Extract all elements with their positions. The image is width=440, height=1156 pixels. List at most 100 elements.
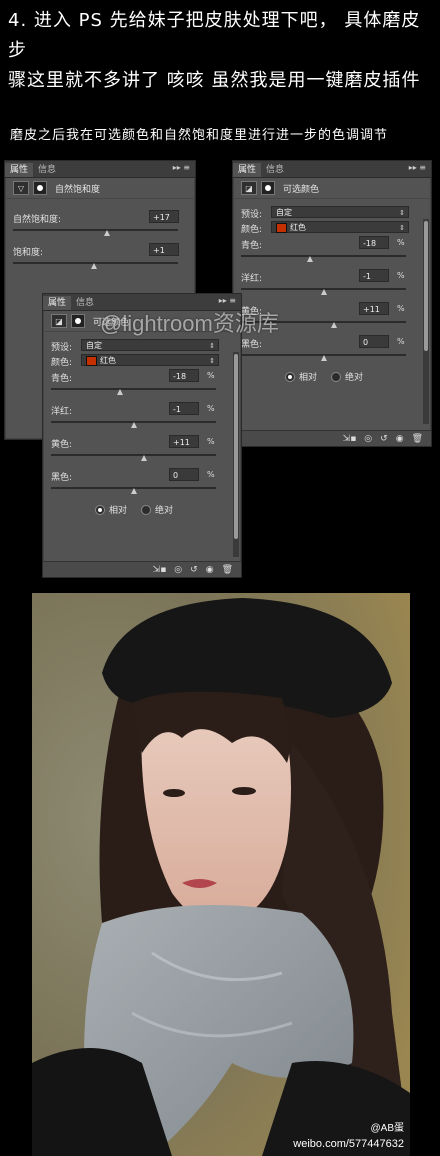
panel-bottom-bar: ⇲▪ ◎ ↺ ◉ 🗑 — [233, 430, 431, 446]
magenta-row: 洋红: -1 % — [233, 268, 431, 285]
percent-sign: % — [397, 271, 405, 280]
tab-properties[interactable]: 属性 — [233, 163, 262, 177]
clip-to-layer-icon[interactable]: ⇲▪ — [153, 565, 167, 575]
cyan-value-input[interactable]: -18 — [169, 369, 199, 382]
radio-absolute-label: 绝对 — [155, 506, 174, 516]
cyan-slider-knob[interactable] — [307, 256, 313, 262]
panel-scrollbar[interactable] — [423, 219, 429, 424]
yellow-label: 黄色: — [51, 440, 73, 450]
view-previous-icon[interactable]: ◎ — [174, 565, 182, 575]
scrollbar-thumb[interactable] — [234, 354, 238, 539]
tab-properties[interactable]: 属性 — [43, 296, 72, 310]
color-dropdown[interactable]: 红色 ⇕ — [81, 354, 219, 366]
magenta-value-input[interactable]: -1 — [169, 402, 199, 415]
magenta-slider-knob[interactable] — [131, 422, 137, 428]
percent-sign: % — [397, 238, 405, 247]
radio-absolute[interactable]: 绝对 — [331, 370, 363, 383]
view-previous-icon[interactable]: ◎ — [364, 434, 372, 444]
magenta-value-input[interactable]: -1 — [359, 269, 389, 282]
vibrance-value-input[interactable]: +17 — [149, 210, 179, 223]
preset-row: 预设: 自定 ⇕ — [43, 338, 241, 353]
yellow-slider-knob[interactable] — [331, 322, 337, 328]
panel-menu-icon[interactable]: ▸▸ ≡ — [219, 296, 236, 305]
heading-line-2: 骤这里就不多讲了 咳咳 虽然我是用一键磨皮插件 — [8, 70, 421, 91]
preset-dropdown[interactable]: 自定 ⇕ — [81, 339, 219, 351]
panel-scrollbar[interactable] — [233, 352, 239, 557]
vibrance-slider[interactable] — [5, 226, 195, 236]
color-dropdown[interactable]: 红色 ⇕ — [271, 221, 409, 233]
saturation-slider[interactable] — [5, 259, 195, 269]
tab-info[interactable]: 信息 — [33, 163, 61, 177]
preset-dropdown[interactable]: 自定 ⇕ — [271, 206, 409, 218]
black-slider[interactable] — [233, 351, 431, 361]
cyan-label: 青色: — [241, 241, 263, 251]
reset-icon[interactable]: ↺ — [380, 434, 388, 444]
trash-icon[interactable]: 🗑 — [222, 565, 233, 575]
layer-mask-icon[interactable] — [261, 181, 275, 195]
panel-bottom-bar: ⇲▪ ◎ ↺ ◉ 🗑 — [43, 561, 241, 577]
portrait-photo: @AB蛋 weibo.com/577447632 — [32, 593, 410, 1156]
panel-title: 可选颜色 — [283, 184, 320, 195]
scrollbar-thumb[interactable] — [424, 221, 428, 351]
red-swatch-icon — [86, 355, 97, 366]
panel-header: ▽ 自然饱和度 — [5, 178, 195, 199]
saturation-row: 饱和度: +1 — [5, 242, 195, 259]
visibility-eye-icon[interactable]: ◉ — [396, 434, 404, 444]
dropdown-arrow-icon: ⇕ — [399, 209, 405, 217]
cyan-slider-knob[interactable] — [117, 389, 123, 395]
cyan-slider[interactable] — [233, 252, 431, 262]
panel-header: ◪ 可选颜色 — [233, 178, 431, 199]
panel-title: 自然饱和度 — [55, 184, 101, 195]
panel-menu-icon[interactable]: ▸▸ ≡ — [173, 163, 190, 172]
trash-icon[interactable]: 🗑 — [412, 434, 423, 444]
magenta-slider[interactable] — [233, 285, 431, 295]
tab-info[interactable]: 信息 — [71, 296, 99, 310]
color-row: 颜色: 红色 ⇕ — [233, 220, 431, 235]
dropdown-arrow-icon: ⇕ — [209, 342, 215, 350]
black-row: 黑色: 0 % — [43, 467, 241, 484]
color-label: 颜色: — [241, 225, 263, 235]
magenta-label: 洋红: — [51, 407, 73, 417]
saturation-value-input[interactable]: +1 — [149, 243, 179, 256]
black-value-input[interactable]: 0 — [169, 468, 199, 481]
black-label: 黑色: — [51, 473, 73, 483]
yellow-slider-knob[interactable] — [141, 455, 147, 461]
tab-info[interactable]: 信息 — [261, 163, 289, 177]
cyan-label: 青色: — [51, 374, 73, 384]
radio-relative[interactable]: 相对 — [95, 503, 127, 516]
tutorial-subheading: 磨皮之后我在可选颜色和自然饱和度里进行进一步的色调调节 — [10, 128, 389, 143]
tutorial-heading: 4. 进入 PS 先给妹子把皮肤处理下吧， 具体磨皮步 骤这里就不多讲了 咳咳 … — [8, 6, 436, 96]
yellow-row: 黄色: +11 % — [43, 434, 241, 451]
black-slider-knob[interactable] — [321, 355, 327, 361]
layer-mask-icon[interactable] — [71, 314, 85, 328]
cyan-slider[interactable] — [43, 385, 241, 395]
saturation-slider-knob[interactable] — [91, 263, 97, 269]
panel-menu-icon[interactable]: ▸▸ ≡ — [409, 163, 426, 172]
radio-relative[interactable]: 相对 — [285, 370, 317, 383]
method-radio-group: 相对 绝对 — [43, 500, 241, 518]
yellow-value-input[interactable]: +11 — [359, 302, 389, 315]
cyan-value-input[interactable]: -18 — [359, 236, 389, 249]
portrait-illustration — [32, 593, 410, 1156]
red-swatch-icon — [276, 222, 287, 233]
weibo-url-caption: weibo.com/577447632 — [293, 1138, 404, 1150]
reset-icon[interactable]: ↺ — [190, 565, 198, 575]
vibrance-slider-knob[interactable] — [104, 230, 110, 236]
yellow-value-input[interactable]: +11 — [169, 435, 199, 448]
color-label: 颜色: — [51, 358, 73, 368]
radio-absolute[interactable]: 绝对 — [141, 503, 173, 516]
visibility-eye-icon[interactable]: ◉ — [206, 565, 214, 575]
percent-sign: % — [207, 404, 215, 413]
magenta-slider[interactable] — [43, 418, 241, 428]
yellow-slider[interactable] — [43, 451, 241, 461]
radio-relative-label: 相对 — [109, 506, 128, 516]
black-slider[interactable] — [43, 484, 241, 494]
black-value-input[interactable]: 0 — [359, 335, 389, 348]
black-slider-knob[interactable] — [131, 488, 137, 494]
clip-to-layer-icon[interactable]: ⇲▪ — [343, 434, 357, 444]
dropdown-arrow-icon: ⇕ — [399, 224, 405, 232]
radio-absolute-label: 绝对 — [345, 373, 364, 383]
magenta-slider-knob[interactable] — [321, 289, 327, 295]
layer-mask-icon[interactable] — [33, 181, 47, 195]
tab-properties[interactable]: 属性 — [5, 163, 34, 177]
